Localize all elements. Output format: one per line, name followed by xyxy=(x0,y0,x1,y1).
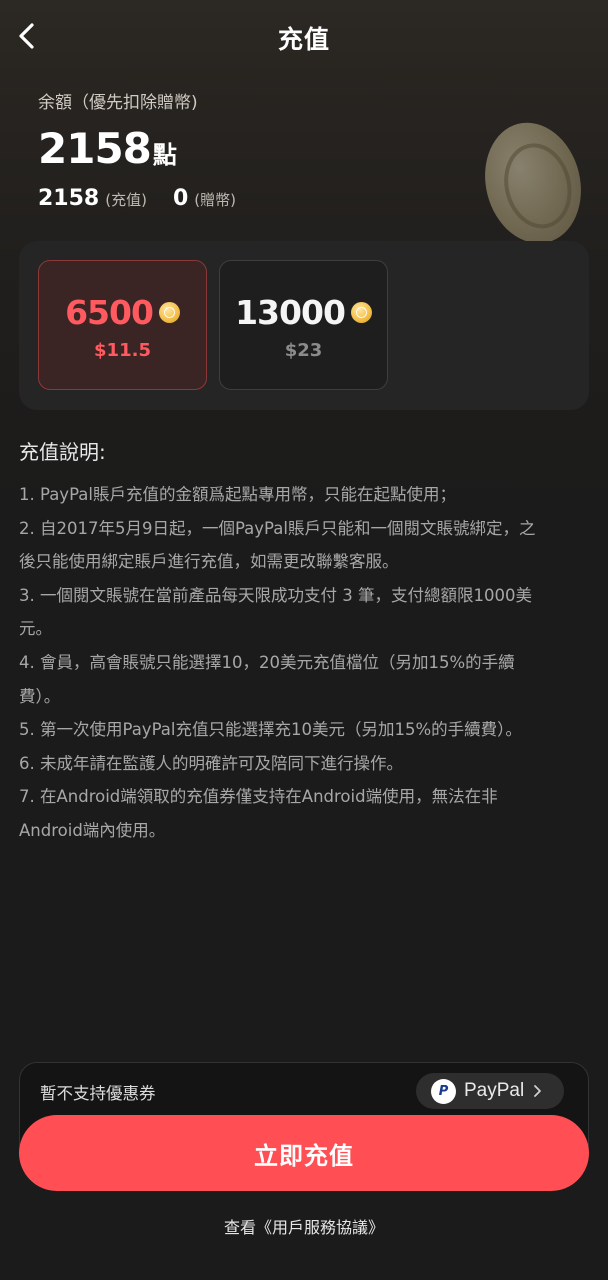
paypal-icon: P xyxy=(431,1078,456,1104)
coin-decoration xyxy=(472,112,594,254)
coupon-status: 暫不支持優惠券 xyxy=(40,1084,156,1103)
description-line: 7. 在Android端領取的充值券僅支持在Android端使用，無法在非 xyxy=(19,787,498,807)
package-option-13000[interactable]: 13000 $23 xyxy=(219,260,388,390)
description-title: 充值說明: xyxy=(19,440,106,464)
gift-label: (贈幣) xyxy=(194,191,236,209)
description-line: 3. 一個閱文賬號在當前產品每天限成功支付 3 筆，支付總額限1000美 xyxy=(19,585,532,605)
description-line: 後只能使用綁定賬戶進行充值，如需更改聯繫客服。 xyxy=(19,552,399,572)
user-agreement-link[interactable]: 查看《用戶服務協議》 xyxy=(0,1214,608,1238)
payment-method-selector[interactable]: P PayPal xyxy=(416,1073,564,1109)
coin-icon xyxy=(350,302,372,323)
description-line: 4. 會員，高會賬號只能選擇10，20美元充值檔位（另加15%的手續 xyxy=(19,652,515,672)
description-line: 1. PayPal賬戶充值的金額爲起點專用幣，只能在起點使用； xyxy=(19,485,456,504)
balance-unit: 點 xyxy=(152,141,177,169)
package-price: $23 xyxy=(284,340,323,361)
balance-breakdown: 2158 (充值) 0 (贈幣) xyxy=(38,186,236,211)
balance-label: 余額（優先扣除贈幣) xyxy=(38,93,198,113)
package-amount: 6500 xyxy=(65,293,154,332)
package-amount: 13000 xyxy=(235,293,346,332)
description-line: 6. 未成年請在監護人的明確許可及陪同下進行操作。 xyxy=(19,753,403,773)
package-price: $11.5 xyxy=(94,340,151,361)
balance-amount: 2158 xyxy=(38,124,152,173)
description-line: Android端內使用。 xyxy=(19,820,166,840)
description-line: 5. 第一次使用PayPal充值只能選擇充10美元（另加15%的手續費）。 xyxy=(19,720,522,740)
chevron-right-icon xyxy=(534,1085,542,1097)
recharge-now-button[interactable]: 立即充值 xyxy=(19,1115,589,1191)
recharge-amount: 2158 xyxy=(38,186,100,211)
recharge-description: 充值說明: 1. PayPal賬戶充值的金額爲起點專用幣，只能在起點使用； 2.… xyxy=(19,436,589,848)
recharge-page: 充值 余額（優先扣除贈幣) 2158 點 2158 (充值) 0 (贈幣) 65… xyxy=(0,0,608,1280)
header: 充值 xyxy=(0,0,608,72)
package-option-6500[interactable]: 6500 $11.5 xyxy=(38,260,207,390)
description-line: 費）。 xyxy=(19,686,61,706)
description-line: 2. 自2017年5月9日起，一個PayPal賬戶只能和一個閱文賬號綁定，之 xyxy=(19,518,536,538)
description-line: 元。 xyxy=(19,619,52,639)
package-panel: 6500 $11.5 13000 $23 xyxy=(19,241,589,410)
page-title: 充值 xyxy=(277,25,330,54)
gift-amount: 0 xyxy=(172,186,189,211)
recharge-label: (充值) xyxy=(105,191,147,209)
payment-method-label: PayPal xyxy=(464,1080,525,1101)
balance-total: 2158 點 xyxy=(38,124,177,173)
coin-icon xyxy=(158,302,180,323)
